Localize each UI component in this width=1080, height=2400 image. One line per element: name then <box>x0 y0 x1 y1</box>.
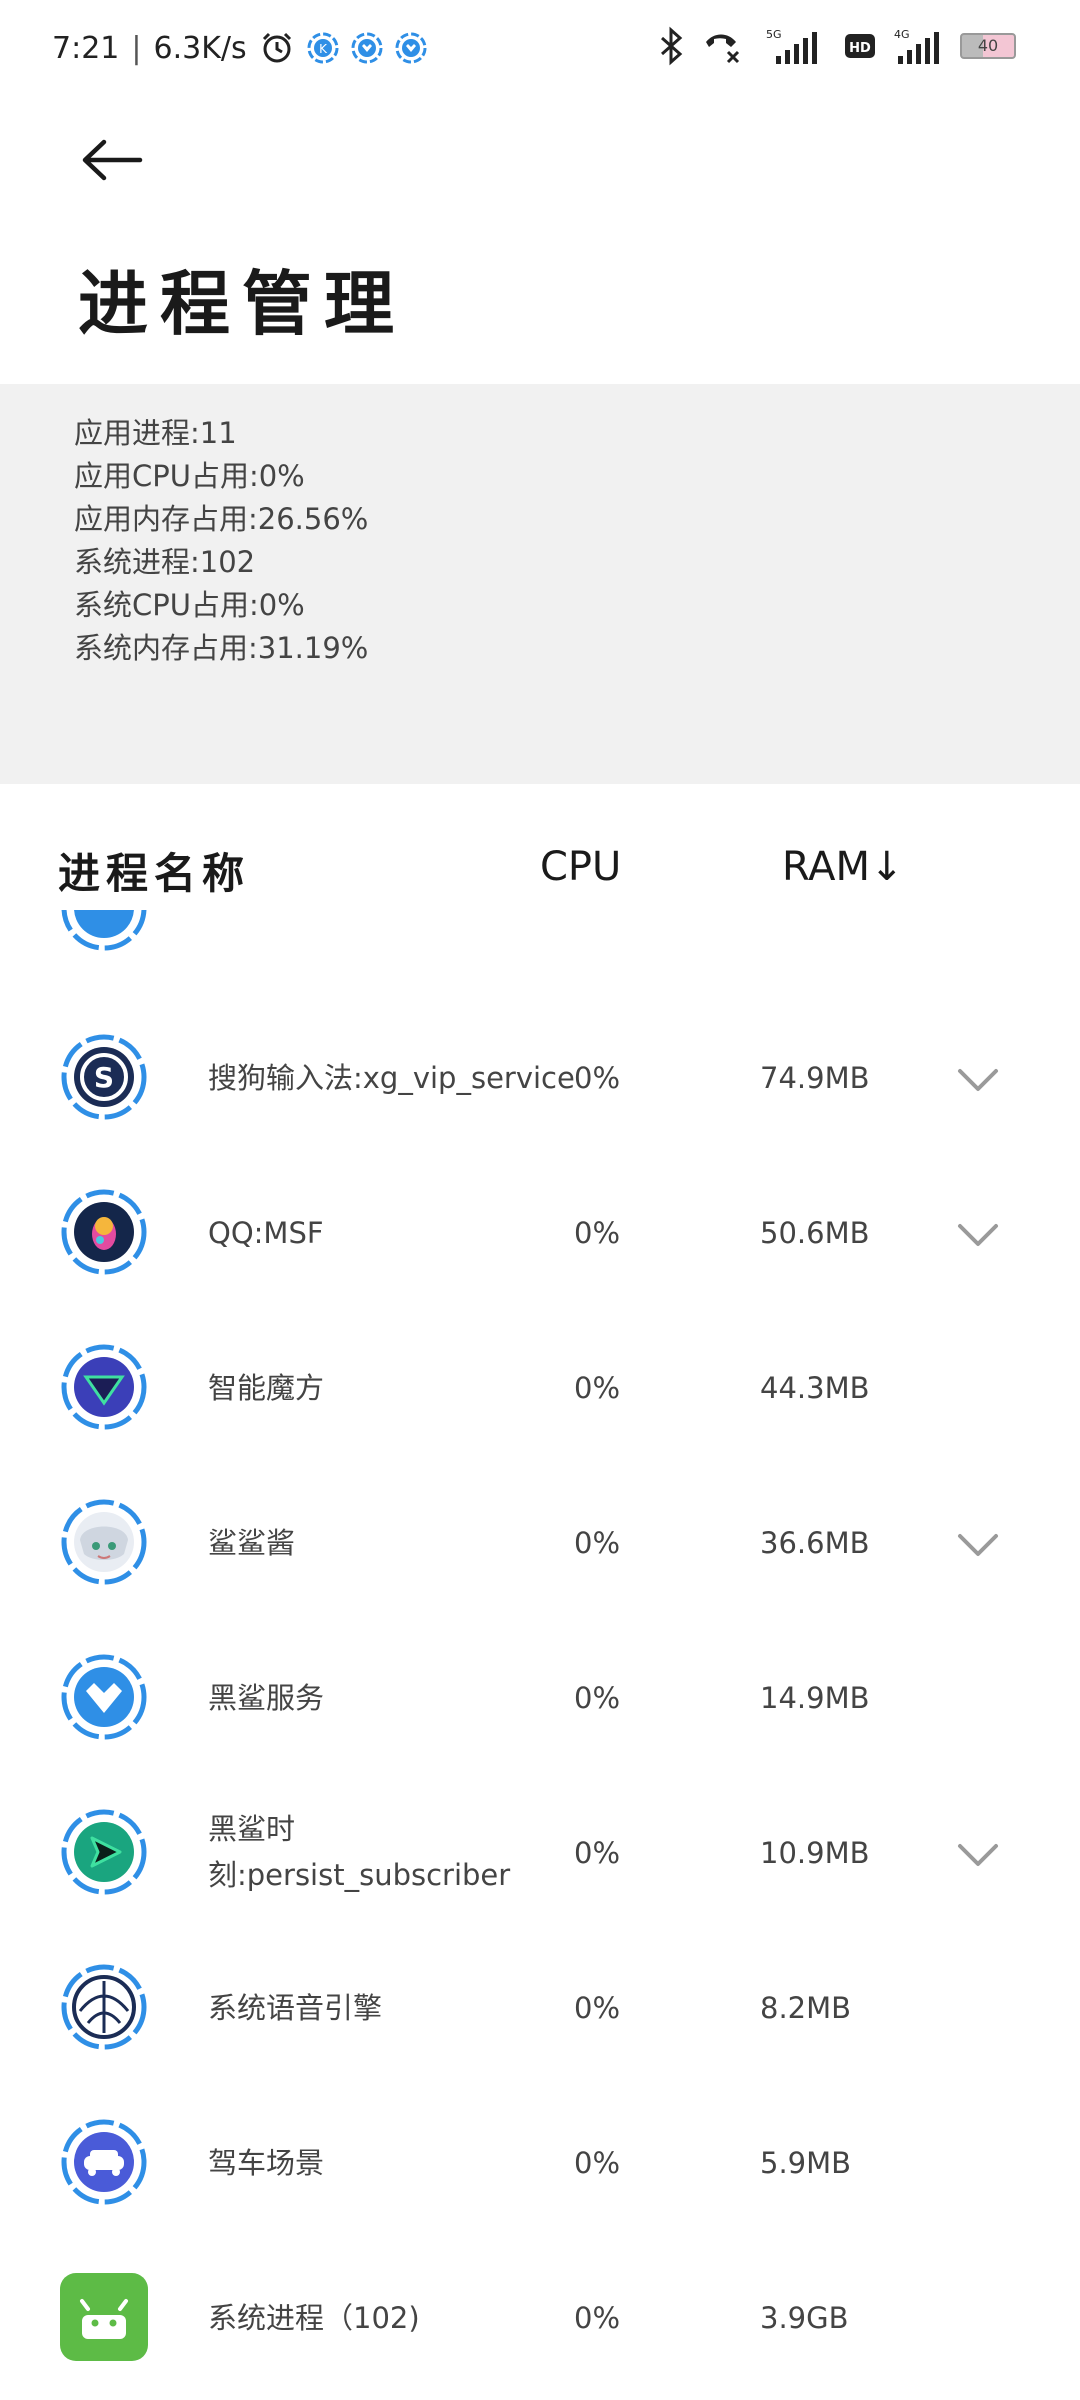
process-name: 黑鲨服务 <box>208 1681 325 1715</box>
process-ram: 3.9GB <box>760 2301 849 2335</box>
process-name: 智能魔方 <box>208 1371 325 1405</box>
process-ram: 36.6MB <box>760 1526 870 1560</box>
net-speed: 6.3K/s <box>153 30 247 66</box>
chevron-down-icon[interactable] <box>956 1530 1000 1560</box>
qq-icon <box>58 1186 150 1278</box>
process-name: QQ:MSF <box>208 1216 324 1250</box>
android-icon <box>58 2271 150 2363</box>
summary-panel: 应用进程:11 应用CPU占用:0% 应用内存占用:26.56% 系统进程:10… <box>0 384 1080 784</box>
process-name: 系统进程（102) <box>208 2301 420 2335</box>
process-cpu: 0% <box>574 1526 621 1560</box>
status-left: 7:21 | 6.3K/s K <box>52 30 427 66</box>
table-row[interactable]: 黑鲨服务 0% 14.9MB <box>0 1623 1080 1778</box>
back-arrow-icon <box>82 139 143 181</box>
sogou-icon: S <box>58 1031 150 1123</box>
process-ram: 5.9MB <box>760 2146 852 2180</box>
hd-icon: HD <box>844 32 876 60</box>
bluetooth-icon <box>656 26 686 66</box>
process-cpu: 0% <box>574 2301 621 2335</box>
table-row[interactable]: 黑鲨时 刻:persist_subscriber 0% 10.9MB <box>0 1778 1080 1933</box>
process-ram: 50.6MB <box>760 1216 870 1250</box>
label-5g: 5G <box>766 28 782 41</box>
process-cpu: 0% <box>574 1061 621 1095</box>
table-row[interactable]: QQ:MSF 0% 50.6MB <box>0 1158 1080 1313</box>
table-header: 进程名称 CPU RAM↓ <box>0 840 1080 910</box>
status-bar: 7:21 | 6.3K/s K 5G HD 4G 40 <box>0 0 1080 100</box>
process-ram: 14.9MB <box>760 1681 870 1715</box>
system-process-count: 系统进程:102 <box>74 545 256 579</box>
process-name: 驾车场景 <box>208 2146 325 2180</box>
magic-cube-icon <box>58 1341 150 1433</box>
shark-icon <box>58 1496 150 1588</box>
status-time: 7:21 <box>52 30 120 66</box>
notification-heart-icon <box>351 32 383 64</box>
table-row[interactable]: 驾车场景 0% 5.9MB <box>0 2088 1080 2243</box>
signal-5g-icon: 5G <box>758 26 828 66</box>
table-row[interactable]: S 搜狗输入法:xg_vip_service 0% 74.9MB <box>0 1003 1080 1158</box>
app-cpu-usage: 应用CPU占用:0% <box>74 459 305 493</box>
process-name-line2: 刻:persist_subscriber <box>208 1858 511 1892</box>
chevron-down-icon[interactable] <box>956 1065 1000 1095</box>
table-row[interactable]: 系统进程（102) 0% 3.9GB <box>0 2243 1080 2398</box>
app-icon <box>58 910 150 954</box>
app-memory-usage: 应用内存占用:26.56% <box>74 502 369 536</box>
chevron-down-icon[interactable] <box>956 1220 1000 1250</box>
process-ram: 10.9MB <box>760 1836 870 1870</box>
notification-k-icon: K <box>307 32 339 64</box>
system-cpu-usage: 系统CPU占用:0% <box>74 588 305 622</box>
chevron-down-icon[interactable] <box>956 1840 1000 1870</box>
column-header-cpu[interactable]: CPU <box>540 844 621 890</box>
battery-indicator: 40 <box>960 33 1016 59</box>
process-cpu: 0% <box>574 1681 621 1715</box>
voice-engine-icon <box>58 1961 150 2053</box>
notification-heart-icon-2 <box>395 32 427 64</box>
blackshark-service-icon <box>58 1651 150 1743</box>
table-row[interactable]: 鲨鲨酱 0% 36.6MB <box>0 1468 1080 1623</box>
column-header-name[interactable]: 进程名称 <box>58 840 250 901</box>
hd-label: HD <box>849 41 871 56</box>
process-name: 系统语音引擎 <box>208 1991 383 2025</box>
process-cpu: 0% <box>574 1371 621 1405</box>
process-list[interactable]: S 搜狗输入法:xg_vip_service 0% 74.9MB QQ:MSF … <box>0 910 1080 2400</box>
process-ram: 8.2MB <box>760 1991 852 2025</box>
process-name: 黑鲨时 刻:persist_subscriber <box>208 1806 510 1898</box>
blackshark-moment-icon <box>58 1806 150 1898</box>
status-separator: | <box>131 30 142 66</box>
process-ram: 44.3MB <box>760 1371 870 1405</box>
system-memory-usage: 系统内存占用:31.19% <box>74 631 369 665</box>
process-cpu: 0% <box>574 1216 621 1250</box>
process-cpu: 0% <box>574 1991 621 2025</box>
page-title: 进程管理 <box>78 263 406 345</box>
process-name: 鲨鲨酱 <box>208 1526 296 1560</box>
alarm-icon <box>259 30 295 66</box>
table-row[interactable]: 系统语音引擎 0% 8.2MB <box>0 1933 1080 2088</box>
driving-icon <box>58 2116 150 2208</box>
table-row[interactable] <box>0 910 1080 1005</box>
table-row[interactable]: 智能魔方 0% 44.3MB <box>0 1313 1080 1468</box>
missed-call-icon <box>702 28 742 64</box>
svg-text:S: S <box>94 1061 114 1094</box>
column-header-ram[interactable]: RAM↓ <box>782 844 904 890</box>
back-button[interactable] <box>80 130 160 190</box>
svg-text:K: K <box>319 42 328 56</box>
app-process-count: 应用进程:11 <box>74 416 237 450</box>
process-ram: 74.9MB <box>760 1061 870 1095</box>
process-cpu: 0% <box>574 2146 621 2180</box>
signal-4g-icon: 4G <box>892 26 944 66</box>
status-right: 5G HD 4G 40 <box>656 26 1016 66</box>
process-cpu: 0% <box>574 1836 621 1870</box>
process-name: 搜狗输入法:xg_vip_service <box>208 1061 575 1095</box>
label-4g: 4G <box>894 28 910 41</box>
process-name-line1: 黑鲨时 <box>208 1812 296 1846</box>
